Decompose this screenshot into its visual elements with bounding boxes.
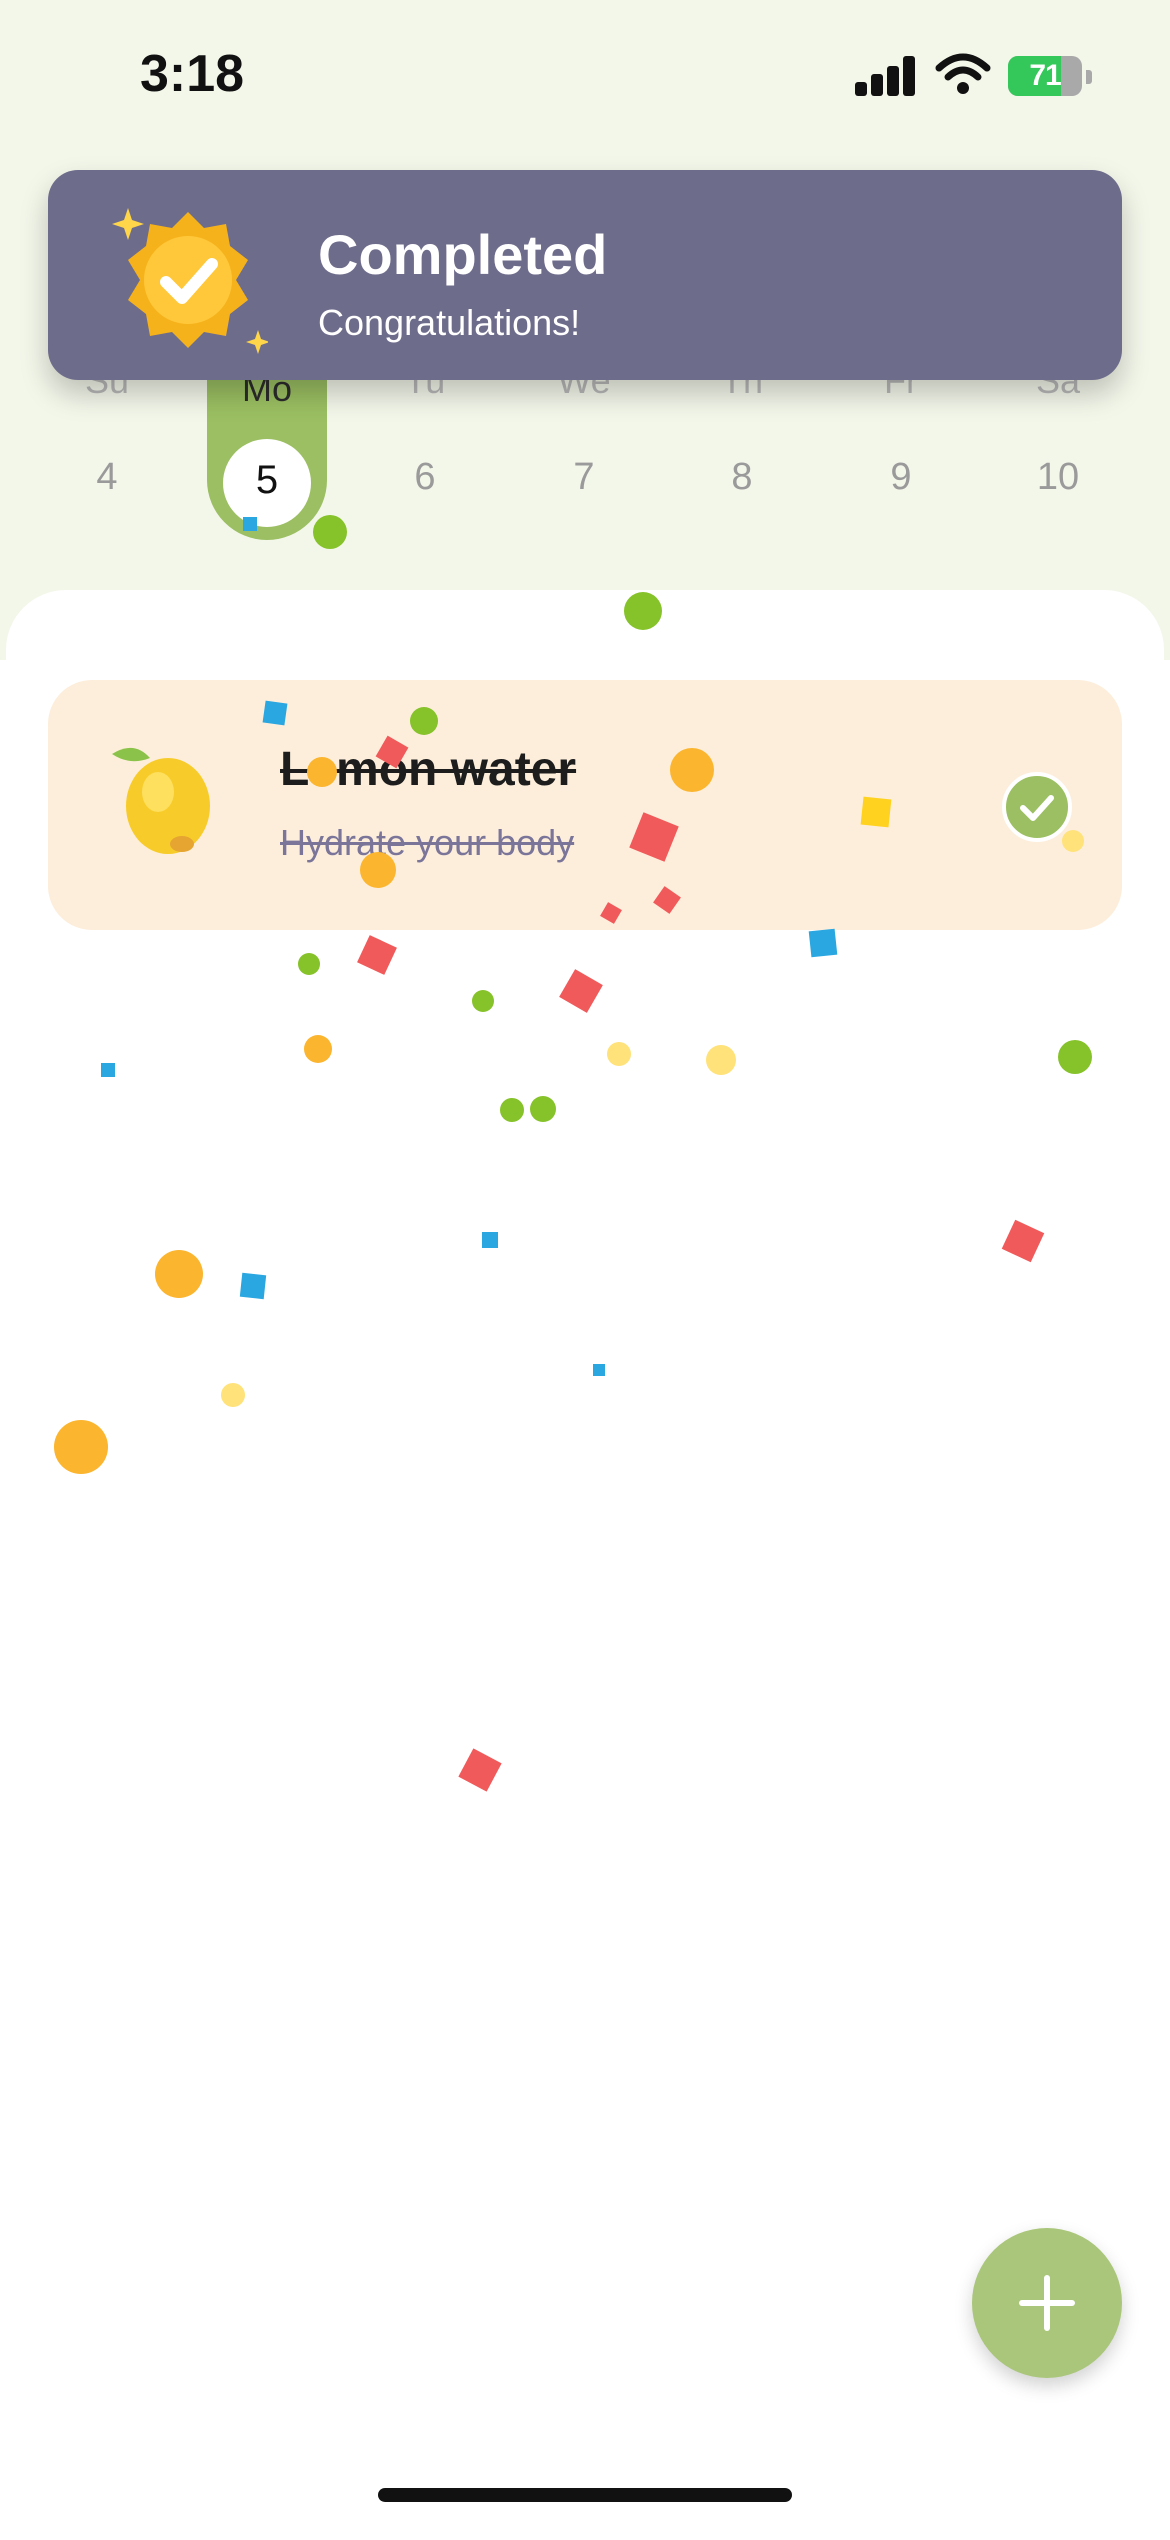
medal-check-icon	[112, 208, 268, 354]
confetti-piece	[243, 517, 257, 531]
wifi-icon	[935, 53, 991, 94]
day-date: 8	[731, 456, 753, 498]
confetti-piece	[101, 1063, 115, 1077]
confetti-piece	[607, 1042, 631, 1066]
confetti-piece	[706, 1045, 736, 1075]
day-su[interactable]: Su 4	[57, 360, 157, 499]
toast-subtitle: Congratulations!	[318, 302, 581, 343]
day-th[interactable]: Th 8	[692, 360, 792, 499]
day-date: 9	[890, 456, 912, 498]
day-sa[interactable]: Sa 10	[1008, 360, 1108, 499]
confetti-piece	[313, 515, 347, 549]
confetti-piece	[54, 1420, 108, 1474]
habit-card[interactable]: Lemon water Hydrate your body	[48, 680, 1122, 930]
confetti-piece	[860, 796, 892, 828]
day-date: 10	[1036, 456, 1080, 498]
completed-checkbox[interactable]	[1002, 772, 1072, 842]
day-fr[interactable]: Fr 9	[851, 360, 951, 499]
confetti-piece	[221, 1383, 245, 1407]
confetti-piece	[624, 592, 662, 630]
day-date: 7	[573, 456, 595, 498]
add-habit-button[interactable]	[972, 2228, 1122, 2378]
lemon-icon	[112, 747, 210, 854]
confetti-piece	[410, 707, 438, 735]
day-tu[interactable]: Tu 6	[375, 360, 475, 499]
confetti-piece	[482, 1232, 498, 1248]
confetti-piece	[670, 748, 714, 792]
day-we[interactable]: We 7	[534, 360, 634, 499]
status-time: 3:18	[140, 45, 245, 103]
confetti-piece	[1058, 1040, 1092, 1074]
confetti-piece	[239, 1272, 267, 1300]
day-mo-selected[interactable]: 5	[223, 458, 311, 503]
battery-tip	[1086, 70, 1092, 84]
day-date: 6	[414, 456, 436, 498]
toast-title: Completed	[318, 223, 608, 286]
confetti-piece	[472, 990, 494, 1012]
confetti-piece	[307, 757, 337, 787]
confetti-piece	[298, 953, 320, 975]
confetti-piece	[1062, 830, 1084, 852]
check-icon	[1020, 795, 1054, 821]
confetti-piece	[500, 1098, 524, 1122]
confetti-piece	[360, 852, 396, 888]
confetti-piece	[593, 1364, 605, 1376]
home-indicator	[378, 2488, 792, 2502]
battery-icon: 71	[1008, 56, 1082, 96]
confetti-piece	[262, 700, 288, 726]
battery-level: 71	[1029, 59, 1061, 92]
confetti-piece	[155, 1250, 203, 1298]
signal-icon	[855, 56, 917, 96]
confetti-piece	[808, 928, 838, 958]
confetti-piece	[304, 1035, 332, 1063]
completed-toast[interactable]: Completed Congratulations!	[48, 170, 1122, 380]
day-date: 4	[96, 456, 118, 498]
habit-subtitle: Hydrate your body	[280, 822, 575, 863]
confetti-piece	[530, 1096, 556, 1122]
